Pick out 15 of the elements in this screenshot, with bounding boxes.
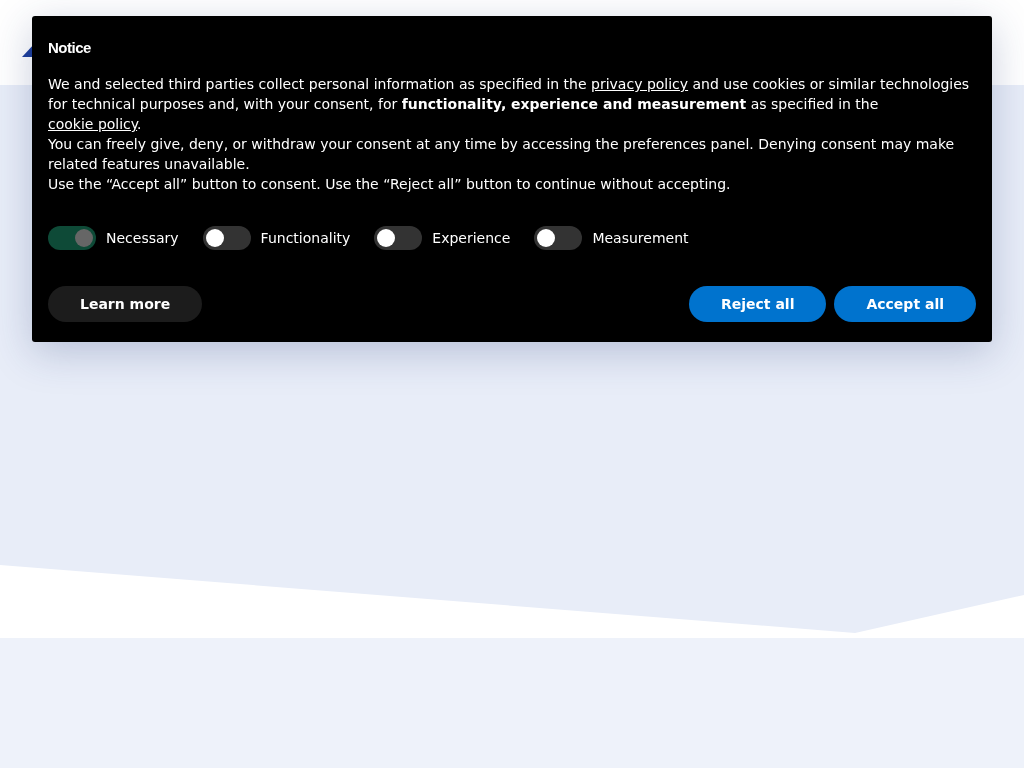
toggle-label: Experience [432, 229, 511, 248]
toggle-switch[interactable] [374, 226, 423, 250]
learn-more-button[interactable]: Learn more [48, 286, 203, 322]
notice-paragraph: Use the “Accept all” button to consent. Use the “Reject all” button to continue without accepting. [48, 175, 732, 194]
notice-paragraph: You can freely give, deny, or withdraw your consent at any time by accessing the preferences panel. Denying consent may make related features unavailable. [48, 135, 956, 174]
toggle-switch[interactable] [202, 226, 251, 250]
banner-title: Notice [48, 38, 92, 58]
toggle-label: Necessary [106, 229, 179, 248]
notice-paragraph: We and selected third parties collect personal information as specified in the privacy policy and use cookies or similar technologies for technical purposes and, with your consent, for functionality, experience and measurement as specified in the cookie policy. [48, 75, 971, 134]
primary-button[interactable]: Accept all [834, 286, 976, 322]
toggle-switch[interactable] [534, 226, 583, 250]
toggle-label: Measurement [592, 229, 689, 248]
toggle-label: Functionality [260, 229, 351, 248]
primary-button[interactable]: Reject all [688, 286, 827, 322]
policy-link[interactable]: privacy policy [591, 76, 689, 92]
